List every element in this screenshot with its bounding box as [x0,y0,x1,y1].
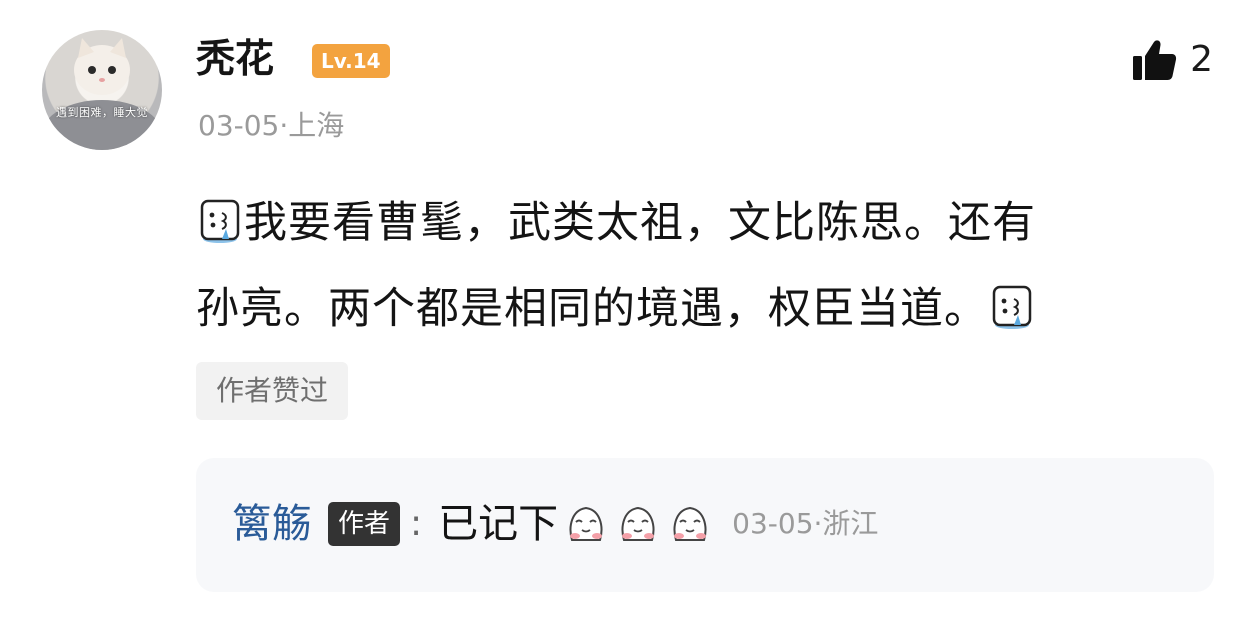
comment-text: 我要看曹髦，武类太祖，文比陈思。还有孙亮。两个都是相同的境遇，权臣当道。 [196,180,1216,352]
crying-face-emoji [196,197,244,245]
avatar-caption: 遇到困难，睡大觉 [56,106,148,119]
blushing-face-emoji [621,506,655,541]
cat-avatar-image [42,38,162,150]
blushing-face-emoji [673,506,707,541]
username[interactable]: 秃花 [196,34,274,86]
like-button[interactable]: 2 [1130,34,1213,86]
author-badge: 作者 [328,502,401,546]
author-liked-tag: 作者赞过 [196,362,349,420]
blushing-face-emoji [569,506,603,541]
like-count: 2 [1190,39,1213,80]
comment-text-line-2: 孙亮。两个都是相同的境遇，权臣当道。 [196,284,988,334]
reply-text: 已记下 [438,501,559,547]
reply-author-name[interactable]: 篱觞 [232,494,312,554]
level-badge: Lv.14 [312,44,390,78]
comment-text-line-1: 我要看曹髦，武类太祖，文比陈思。还有 [244,198,1036,248]
thumbs-up-icon [1133,40,1177,80]
reply-meta: 03-05·浙江 [732,507,879,540]
comment-meta: 03-05·上海 [198,109,345,142]
crying-face-emoji [988,283,1036,331]
reply-box[interactable]: 篱觞 作者 : 已记下 03-05·浙江 [196,458,1214,592]
reply-line: 篱觞 作者 : 已记下 03-05·浙江 [232,494,878,554]
reply-colon: : [410,503,423,544]
avatar[interactable]: 遇到困难，睡大觉 [42,30,162,150]
